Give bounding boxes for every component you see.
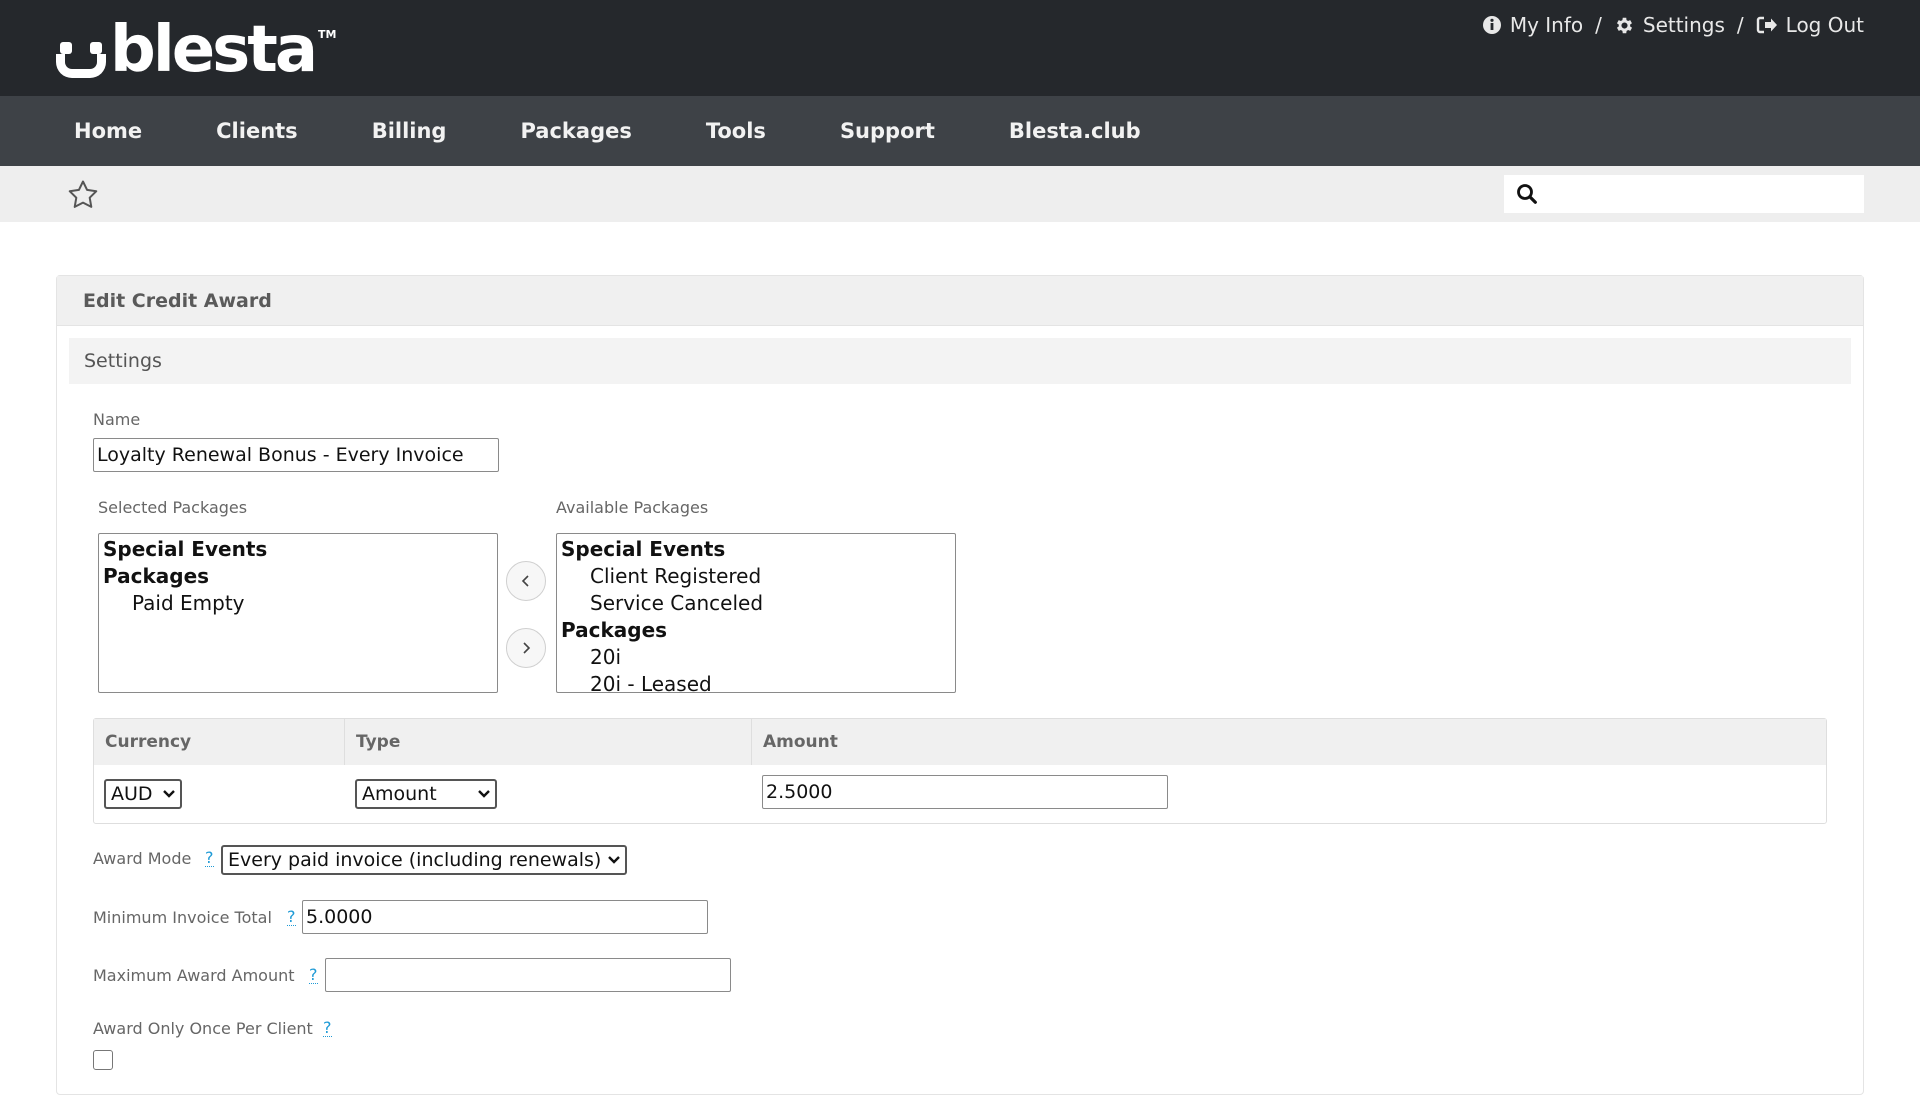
option-group: Packages xyxy=(103,564,210,588)
list-item[interactable]: 20i - Leased xyxy=(561,671,951,692)
panel-title: Edit Credit Award xyxy=(57,276,1863,326)
link-separator: / xyxy=(1595,13,1602,37)
user-links: My Info / Settings / Log Out xyxy=(1482,12,1864,38)
move-left-button[interactable] xyxy=(506,561,546,601)
gear-icon xyxy=(1614,15,1635,36)
list-item[interactable]: Paid Empty xyxy=(103,590,493,617)
amount-input[interactable]: 2.5000 xyxy=(762,775,1168,809)
max-award-amount-input[interactable] xyxy=(325,958,731,992)
nav-packages[interactable]: Packages xyxy=(520,119,631,143)
nav-tools[interactable]: Tools xyxy=(706,119,766,143)
max-award-amount-help-icon[interactable]: ? xyxy=(309,967,318,984)
chevron-down-icon xyxy=(607,855,621,865)
type-value: Amount xyxy=(362,783,437,805)
chevron-down-icon xyxy=(162,789,176,799)
star-icon[interactable] xyxy=(66,178,100,212)
list-item[interactable]: Service Canceled xyxy=(561,590,951,617)
search-box xyxy=(1504,175,1864,213)
sub-bar xyxy=(0,166,1920,222)
main-nav: Home Clients Billing Packages Tools Supp… xyxy=(0,96,1920,166)
section-settings: Settings xyxy=(69,338,1851,384)
selected-packages-label: Selected Packages xyxy=(98,498,248,517)
nav-blesta-club[interactable]: Blesta.club xyxy=(1009,119,1141,143)
settings-link[interactable]: Settings xyxy=(1614,13,1725,37)
type-select[interactable]: Amount xyxy=(355,779,497,809)
min-invoice-total-help-icon[interactable]: ? xyxy=(287,909,296,926)
currency-header: Currency xyxy=(94,719,345,765)
chevron-left-icon xyxy=(519,574,533,588)
amount-header: Amount xyxy=(763,732,838,752)
top-header: blesta TM My Info / Settings / Log Out xyxy=(0,0,1920,96)
info-icon xyxy=(1482,15,1502,35)
chevron-down-icon xyxy=(477,789,491,799)
list-item[interactable]: Client Registered xyxy=(561,563,951,590)
search-input[interactable] xyxy=(1548,179,1864,209)
award-mode-help-icon[interactable]: ? xyxy=(205,850,214,867)
name-input[interactable]: Loyalty Renewal Bonus - Every Invoice xyxy=(93,438,499,472)
logout-label: Log Out xyxy=(1785,13,1864,37)
logo-trademark: TM xyxy=(318,28,337,41)
once-per-client-checkbox[interactable] xyxy=(93,1050,113,1070)
table-row: AUD Amount 2.5000 xyxy=(94,765,1826,823)
available-packages-listbox[interactable]: Special Events Client Registered Service… xyxy=(556,533,956,693)
once-per-client-label: Award Only Once Per Client xyxy=(93,1019,313,1038)
max-award-amount-label: Maximum Award Amount xyxy=(93,966,295,985)
currency-select[interactable]: AUD xyxy=(104,779,182,809)
chevron-right-icon xyxy=(519,641,533,655)
search-icon xyxy=(1516,183,1538,205)
type-header: Type xyxy=(345,719,752,765)
option-group: Packages xyxy=(561,618,668,642)
award-mode-value: Every paid invoice (including renewals) xyxy=(228,849,602,871)
blesta-logo[interactable]: blesta TM xyxy=(54,13,337,87)
table-header: Currency Type Amount xyxy=(94,719,1826,765)
nav-home[interactable]: Home xyxy=(74,119,142,143)
once-per-client-help-icon[interactable]: ? xyxy=(323,1020,332,1037)
award-mode-select[interactable]: Every paid invoice (including renewals) xyxy=(221,845,627,875)
pricing-table: Currency Type Amount AUD Amount 2.5000 xyxy=(93,718,1827,824)
logo-mark-icon xyxy=(54,32,108,80)
logout-link[interactable]: Log Out xyxy=(1756,13,1864,37)
selected-packages-listbox[interactable]: Special Events Packages Paid Empty xyxy=(98,533,498,693)
min-invoice-total-label: Minimum Invoice Total xyxy=(93,908,272,927)
available-packages-label: Available Packages xyxy=(556,498,709,517)
min-invoice-total-input[interactable]: 5.0000 xyxy=(302,900,708,934)
move-right-button[interactable] xyxy=(506,628,546,668)
settings-label: Settings xyxy=(1642,13,1725,37)
award-mode-label: Award Mode xyxy=(93,849,192,868)
my-info-label: My Info xyxy=(1509,13,1584,37)
name-label: Name xyxy=(93,410,141,429)
currency-value: AUD xyxy=(111,783,153,805)
link-separator: / xyxy=(1736,13,1744,37)
logout-icon xyxy=(1756,15,1778,35)
nav-clients[interactable]: Clients xyxy=(216,119,298,143)
logo-text: blesta xyxy=(110,13,318,87)
my-info-link[interactable]: My Info xyxy=(1482,13,1583,37)
nav-billing[interactable]: Billing xyxy=(372,119,447,143)
list-item[interactable]: 20i xyxy=(561,644,951,671)
edit-credit-award-panel: Edit Credit Award Settings Name Loyalty … xyxy=(56,275,1864,1095)
option-group: Special Events xyxy=(103,537,268,561)
nav-support[interactable]: Support xyxy=(840,119,935,143)
option-group: Special Events xyxy=(561,537,726,561)
